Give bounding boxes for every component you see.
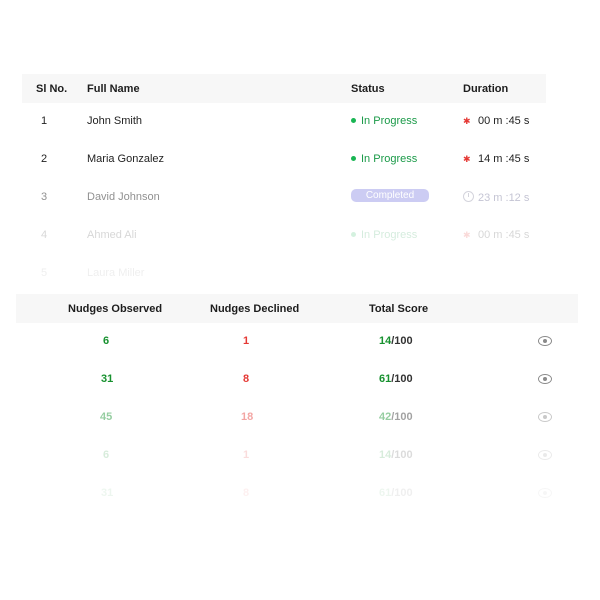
status-dot-icon xyxy=(351,232,356,237)
sl-no: 5 xyxy=(41,267,48,279)
total-score: 61/100 xyxy=(379,373,413,385)
table-row[interactable]: 5 Laura Miller xyxy=(22,255,546,293)
table-row[interactable]: 45 18 42/100 xyxy=(16,399,578,437)
table-row[interactable]: 4 Ahmed Ali In Progress ✱ 00 m :45 s xyxy=(22,217,546,255)
nudges-observed: 45 xyxy=(100,411,113,423)
total-score: 42/100 xyxy=(379,411,413,423)
total-score: 14/100 xyxy=(379,449,413,461)
duration: ✱ 00 m :45 s xyxy=(463,115,530,127)
header-total-score: Total Score xyxy=(369,303,429,315)
clock-icon xyxy=(463,191,474,202)
header-nudges-observed: Nudges Observed xyxy=(68,303,163,315)
full-name: David Johnson xyxy=(87,191,160,203)
nudges-declined: 8 xyxy=(243,373,250,385)
header-status: Status xyxy=(351,83,385,95)
nudges-table: Nudges Observed Nudges Declined Total Sc… xyxy=(16,294,578,513)
nudges-observed: 31 xyxy=(101,373,114,385)
table-header: Nudges Observed Nudges Declined Total Sc… xyxy=(16,294,578,323)
table-row[interactable]: 3 David Johnson Completed 23 m :12 s xyxy=(22,179,546,217)
table-row[interactable]: 31 8 61/100 xyxy=(16,475,578,513)
nudges-declined: 8 xyxy=(243,487,250,499)
table-row[interactable]: 6 1 14/100 xyxy=(16,437,578,475)
nudges-declined: 1 xyxy=(243,449,250,461)
table-row[interactable]: 31 8 61/100 xyxy=(16,361,578,399)
status-dot-icon xyxy=(351,118,356,123)
eye-icon[interactable] xyxy=(538,488,552,498)
nudges-observed: 6 xyxy=(103,335,110,347)
status-label: In Progress xyxy=(351,115,417,127)
full-name: John Smith xyxy=(87,115,143,127)
eye-icon[interactable] xyxy=(538,336,552,346)
status-label: In Progress xyxy=(351,153,417,165)
sl-no: 1 xyxy=(41,115,48,127)
duration-marker-icon: ✱ xyxy=(463,116,471,126)
table-row[interactable]: 1 John Smith In Progress ✱ 00 m :45 s xyxy=(22,103,546,141)
eye-icon[interactable] xyxy=(538,374,552,384)
sl-no: 3 xyxy=(41,191,48,203)
header-nudges-declined: Nudges Declined xyxy=(210,303,300,315)
participants-table: Sl No. Full Name Status Duration 1 John … xyxy=(22,74,546,293)
status-label: In Progress xyxy=(351,229,417,241)
nudges-declined: 18 xyxy=(241,411,254,423)
total-score: 14/100 xyxy=(379,335,413,347)
status-badge: Completed xyxy=(351,189,429,202)
total-score: 61/100 xyxy=(379,487,413,499)
table-row[interactable]: 6 1 14/100 xyxy=(16,323,578,361)
duration: ✱ 00 m :45 s xyxy=(463,229,530,241)
duration-marker-icon: ✱ xyxy=(463,230,471,240)
nudges-declined: 1 xyxy=(243,335,250,347)
full-name: Maria Gonzalez xyxy=(87,153,165,165)
nudges-observed: 31 xyxy=(101,487,114,499)
duration: ✱ 14 m :45 s xyxy=(463,153,530,165)
eye-icon[interactable] xyxy=(538,450,552,460)
table-header: Sl No. Full Name Status Duration xyxy=(22,74,546,103)
sl-no: 4 xyxy=(41,229,48,241)
duration: 23 m :12 s xyxy=(463,191,529,204)
nudges-observed: 6 xyxy=(103,449,110,461)
header-full-name: Full Name xyxy=(87,83,140,95)
table-row[interactable]: 2 Maria Gonzalez In Progress ✱ 14 m :45 s xyxy=(22,141,546,179)
header-duration: Duration xyxy=(463,83,509,95)
eye-icon[interactable] xyxy=(538,412,552,422)
duration-marker-icon: ✱ xyxy=(463,154,471,164)
full-name: Laura Miller xyxy=(87,267,145,279)
sl-no: 2 xyxy=(41,153,48,165)
status-dot-icon xyxy=(351,156,356,161)
header-sl-no: Sl No. xyxy=(36,83,68,95)
full-name: Ahmed Ali xyxy=(87,229,137,241)
